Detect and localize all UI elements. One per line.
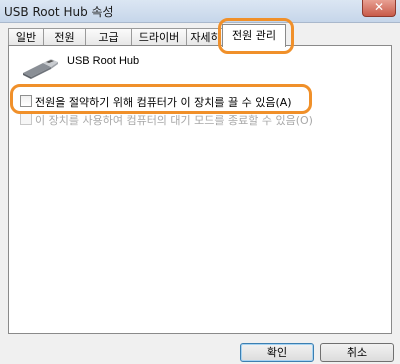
tab-panel-power-management: USB Root Hub 전원을 절약하기 위해 컴퓨터가 이 장치를 끌 수 …: [8, 45, 392, 334]
tab-power-management[interactable]: 전원 관리: [222, 24, 286, 47]
tab-details[interactable]: 자세히: [186, 28, 225, 46]
tab-advanced[interactable]: 고급: [85, 28, 132, 46]
tab-power[interactable]: 전원: [43, 28, 86, 46]
ok-button[interactable]: 확인: [240, 343, 314, 362]
close-button[interactable]: ✕: [362, 0, 396, 17]
tab-general[interactable]: 일반: [8, 28, 44, 46]
allow-wake-label: 이 장치를 사용하여 컴퓨터의 대기 모드를 종료할 수 있음(O): [35, 114, 313, 127]
title-bar: USB Root Hub 속성 ✕: [0, 0, 400, 23]
checkbox-box: [20, 113, 32, 125]
cancel-button[interactable]: 취소: [320, 343, 394, 362]
usb-plug-icon: [23, 59, 58, 79]
allow-turn-off-label[interactable]: 전원을 절약하기 위해 컴퓨터가 이 장치를 끌 수 있음(A): [35, 94, 292, 110]
close-icon: ✕: [373, 0, 385, 14]
checkbox-box[interactable]: [20, 95, 32, 107]
window-title: USB Root Hub 속성: [4, 5, 114, 19]
tab-driver[interactable]: 드라이버: [131, 28, 187, 46]
tab-strip: 일반 전원 고급 드라이버 자세히 전원 관리: [8, 24, 392, 47]
device-name: USB Root Hub: [67, 55, 140, 67]
